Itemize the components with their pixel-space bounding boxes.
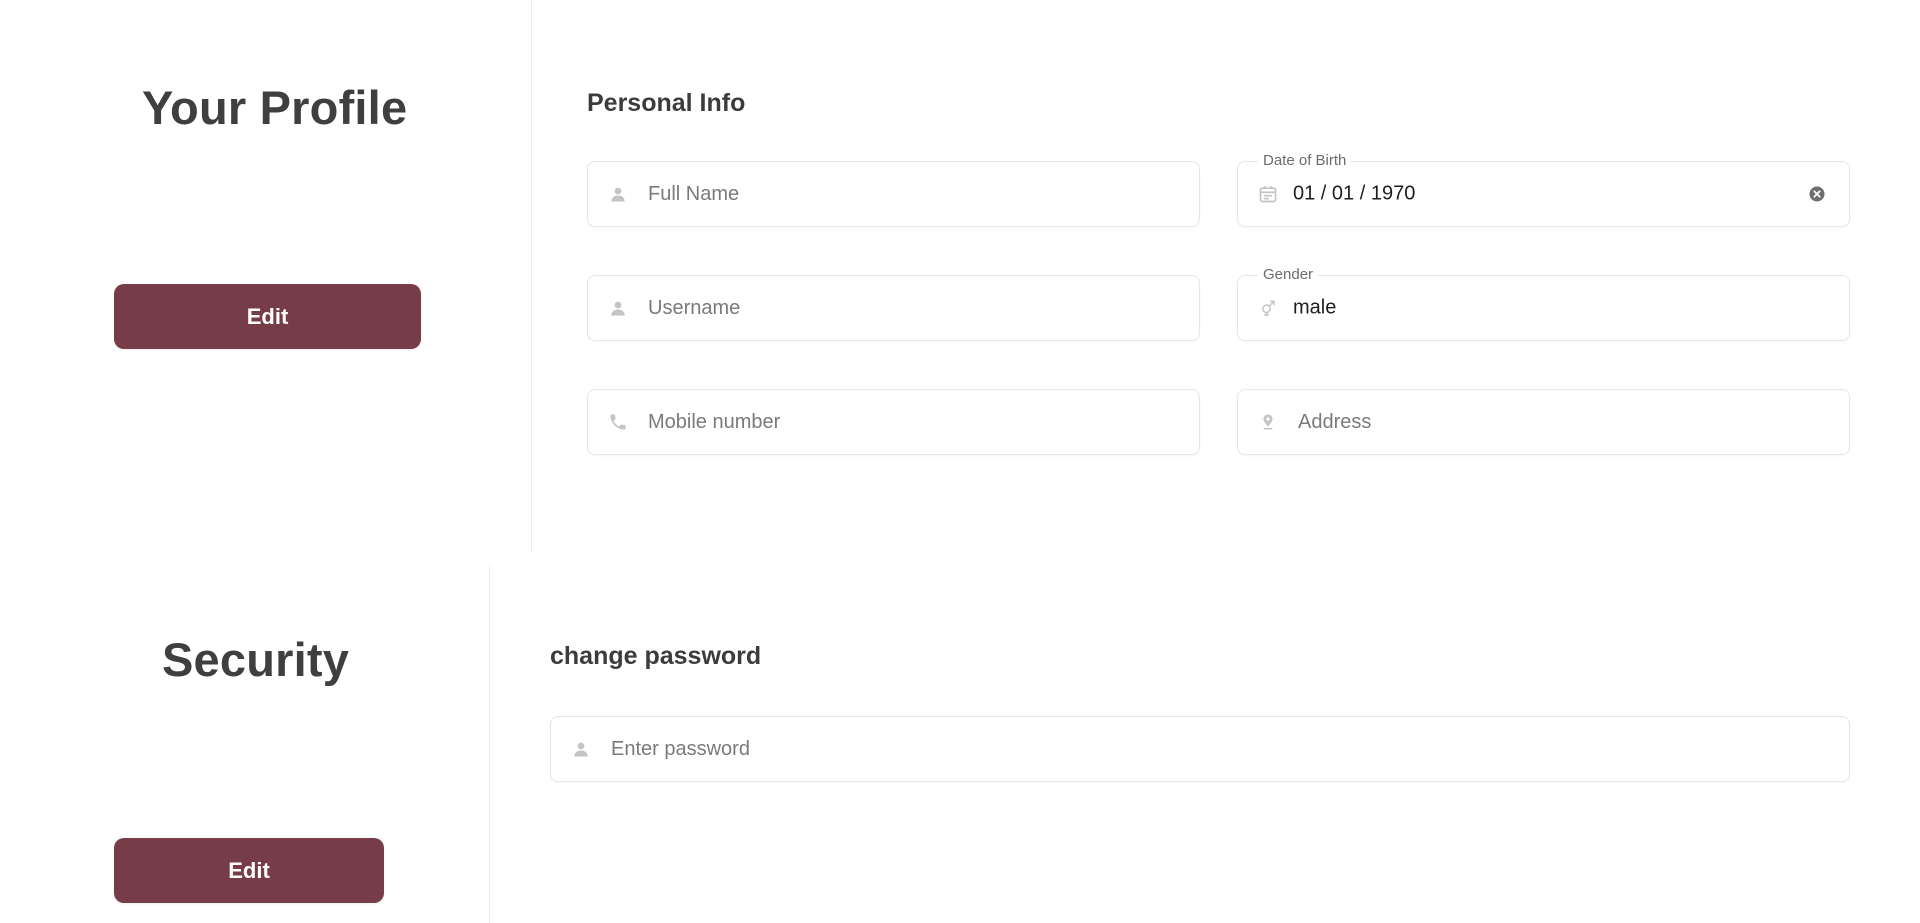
password-field[interactable] xyxy=(550,716,1850,782)
password-input[interactable] xyxy=(611,717,1833,781)
gender-field[interactable]: Gender male xyxy=(1237,266,1850,341)
security-title: Security xyxy=(162,633,350,686)
date-of-birth-field[interactable]: Date of Birth 01 / 01 / 1970 xyxy=(1237,152,1850,227)
person-icon xyxy=(608,184,628,204)
phone-icon xyxy=(608,412,628,432)
gender-value[interactable]: male xyxy=(1293,297,1336,320)
date-of-birth-value[interactable]: 01 / 01 / 1970 xyxy=(1293,183,1415,206)
personal-info-heading: Personal Info xyxy=(587,89,746,117)
mobile-number-field[interactable] xyxy=(587,389,1200,455)
full-name-field[interactable] xyxy=(587,161,1200,227)
address-field[interactable] xyxy=(1237,389,1850,455)
profile-edit-button[interactable]: Edit xyxy=(114,284,421,349)
profile-sidebar: Your Profile Edit xyxy=(0,0,532,553)
clear-date-icon[interactable] xyxy=(1809,186,1825,202)
full-name-input[interactable] xyxy=(648,162,1183,226)
change-password-heading: change password xyxy=(550,642,762,670)
gender-icon xyxy=(1258,298,1278,318)
location-pin-icon xyxy=(1258,412,1278,432)
security-edit-button[interactable]: Edit xyxy=(114,838,384,903)
profile-page: Your Profile Edit Personal Info Date of … xyxy=(0,0,1920,923)
address-input[interactable] xyxy=(1298,390,1833,454)
username-field[interactable] xyxy=(587,275,1200,341)
profile-title: Your Profile xyxy=(142,81,408,134)
gender-label: Gender xyxy=(1258,266,1319,284)
person-icon xyxy=(608,298,628,318)
mobile-number-input[interactable] xyxy=(648,390,1183,454)
calendar-icon xyxy=(1258,184,1278,204)
person-icon xyxy=(571,739,591,759)
username-input[interactable] xyxy=(648,276,1183,340)
date-of-birth-label: Date of Birth xyxy=(1258,152,1352,170)
